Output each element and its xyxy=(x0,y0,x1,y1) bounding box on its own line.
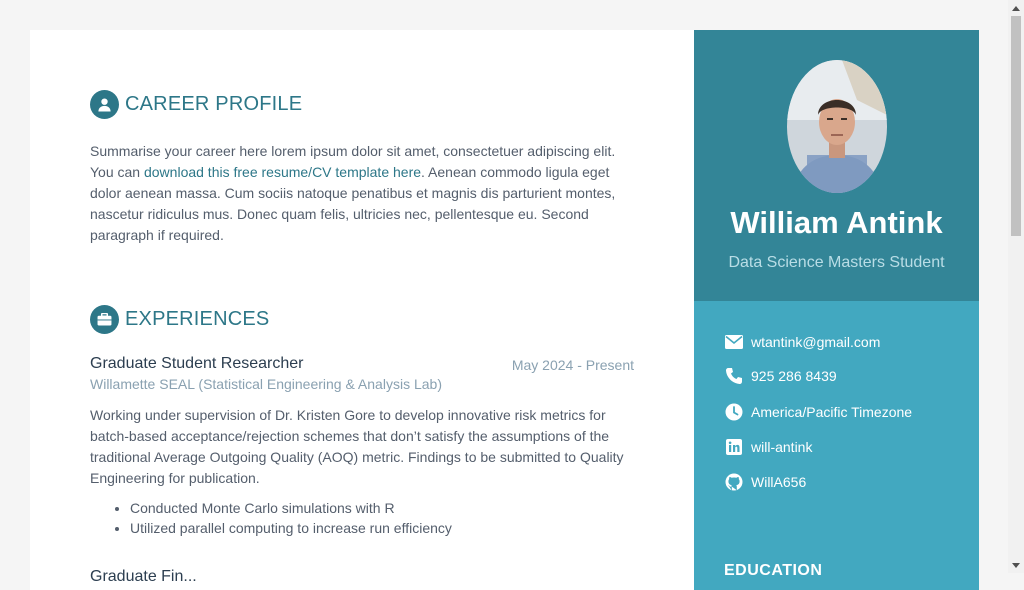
profile-name: William Antink xyxy=(730,205,943,240)
resume-page: CAREER PROFILE Summarise your career her… xyxy=(30,30,979,590)
scroll-up-arrow-icon[interactable] xyxy=(1008,0,1024,16)
sidebar-header: William Antink Data Science Masters Stud… xyxy=(694,30,979,301)
avatar xyxy=(787,60,887,193)
main-column: CAREER PROFILE Summarise your career her… xyxy=(30,30,694,590)
career-profile-title: CAREER PROFILE xyxy=(125,93,303,115)
experiences-title: EXPERIENCES xyxy=(125,308,270,330)
list-item: Utilized parallel computing to increase … xyxy=(130,518,452,538)
contact-linkedin[interactable]: will-antink xyxy=(724,437,812,457)
clock-icon xyxy=(724,402,744,422)
contact-email[interactable]: wtantink@gmail.com xyxy=(724,332,880,352)
sidebar: William Antink Data Science Masters Stud… xyxy=(694,30,979,590)
next-experience-title: Graduate Fin... xyxy=(90,568,197,585)
phone-text[interactable]: 925 286 8439 xyxy=(751,368,837,384)
experience-title: Graduate Student Researcher xyxy=(90,355,304,372)
list-item: Conducted Monte Carlo simulations with R xyxy=(130,498,452,518)
scroll-down-arrow-icon[interactable] xyxy=(1008,557,1024,573)
user-icon xyxy=(90,90,119,119)
contact-github[interactable]: WillA656 xyxy=(724,472,806,492)
briefcase-icon xyxy=(90,305,119,334)
template-download-link[interactable]: download this free resume/CV template he… xyxy=(144,164,421,180)
contact-timezone: America/Pacific Timezone xyxy=(724,402,912,422)
envelope-icon xyxy=(724,332,744,352)
education-heading: EDUCATION xyxy=(724,562,823,579)
experience-date: May 2024 - Present xyxy=(511,357,634,373)
linkedin-icon xyxy=(724,437,744,457)
contact-phone[interactable]: 925 286 8439 xyxy=(724,366,837,386)
email-text[interactable]: wtantink@gmail.com xyxy=(751,334,880,350)
timezone-text: America/Pacific Timezone xyxy=(751,404,913,420)
experience-company: Willamette SEAL (Statistical Engineering… xyxy=(90,376,442,392)
phone-icon xyxy=(724,366,744,386)
experience-bullets: Conducted Monte Carlo simulations with R… xyxy=(90,498,452,538)
github-icon xyxy=(724,472,744,492)
vertical-scrollbar[interactable] xyxy=(1008,0,1024,573)
github-text[interactable]: WillA656 xyxy=(751,474,806,490)
scrollbar-thumb[interactable] xyxy=(1011,16,1021,236)
linkedin-text[interactable]: will-antink xyxy=(751,439,812,455)
career-profile-text: Summarise your career here lorem ipsum d… xyxy=(90,141,625,246)
profile-tagline: Data Science Masters Student xyxy=(728,254,945,271)
experiences-heading: EXPERIENCES xyxy=(90,305,269,334)
experience-description: Working under supervision of Dr. Kristen… xyxy=(90,407,624,486)
career-profile-heading: CAREER PROFILE xyxy=(90,90,302,119)
